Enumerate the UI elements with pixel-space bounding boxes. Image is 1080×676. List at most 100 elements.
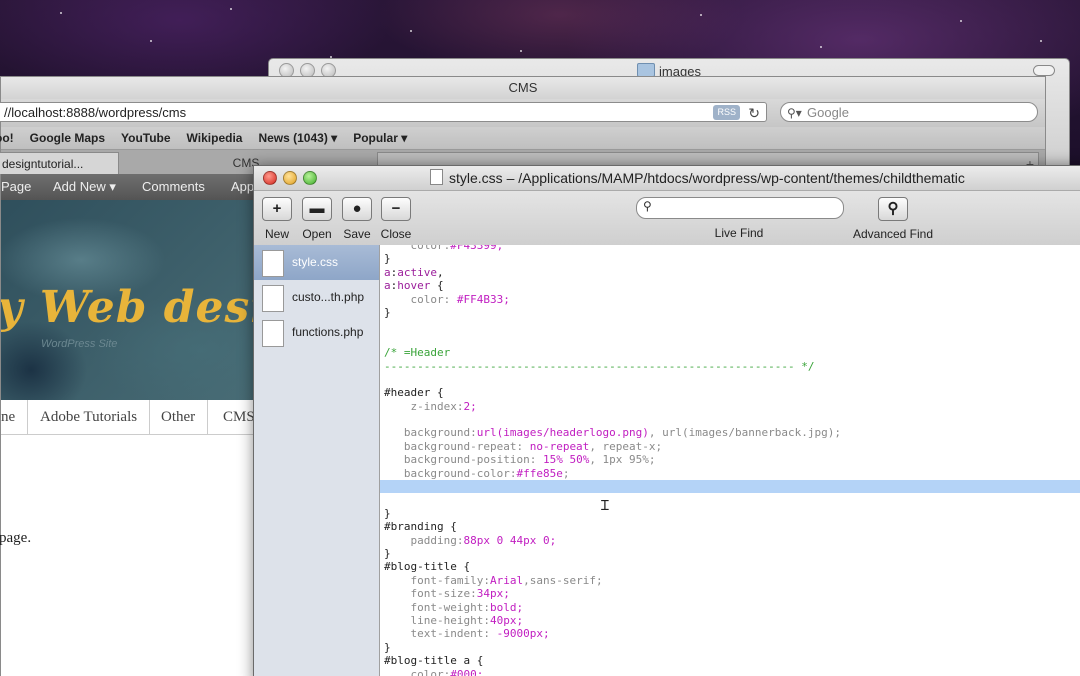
file-item-functions-php[interactable]: functions.php	[254, 315, 379, 350]
code-line[interactable]: #branding {	[380, 520, 1080, 533]
code-line[interactable]: }	[380, 252, 1080, 265]
close-button[interactable]: − Close	[380, 197, 412, 241]
open-button[interactable]: ▬ Open	[301, 197, 333, 241]
new-button[interactable]: + New	[262, 197, 292, 241]
folder-icon	[637, 63, 656, 77]
code-token: background-color:	[384, 466, 517, 480]
code-line[interactable]	[380, 493, 1080, 506]
code-line[interactable]: /* =Header	[380, 346, 1080, 359]
code-editor[interactable]: color:#F43399;} a:active, a:hover { color:…	[380, 245, 1080, 676]
code-line[interactable]: line-height:40px;	[380, 614, 1080, 627]
code-line[interactable]: ----------------------------------------…	[380, 360, 1080, 373]
code-line[interactable]	[380, 319, 1080, 332]
code-token: text-indent:	[384, 627, 497, 641]
url-input[interactable]: //localhost:8888/wordpress/cms RSS ↻	[0, 102, 767, 122]
code-line[interactable]: padding:88px 0 44px 0;	[380, 534, 1080, 547]
code-line[interactable]: #blog-title {	[380, 560, 1080, 573]
code-token: font-family:	[384, 573, 490, 587]
code-line[interactable]: color:#000;	[380, 668, 1080, 676]
code-token: {	[430, 279, 444, 293]
toolbar-toggle-button[interactable]	[1033, 65, 1055, 76]
code-line[interactable]: #blog-title a {	[380, 654, 1080, 667]
code-token: no-repeat	[529, 439, 590, 453]
file-item-custom-php[interactable]: custo...th.php	[254, 280, 379, 315]
reload-icon[interactable]: ↻	[748, 103, 760, 123]
code-line[interactable]	[380, 480, 1080, 494]
code-token: #blog-title a {	[384, 654, 484, 668]
minimize-window-button[interactable]	[283, 171, 297, 185]
code-line[interactable]	[380, 413, 1080, 426]
code-line[interactable]	[380, 373, 1080, 386]
editor-toolbar: + New ▬ Open ● Save − Close ⚲ Live Find …	[254, 191, 1080, 246]
wp-admin-comments[interactable]: Comments	[142, 174, 205, 200]
code-line[interactable]	[380, 333, 1080, 346]
magnifier-icon: ⚲	[878, 197, 908, 221]
wp-admin-appearance[interactable]: App	[231, 174, 254, 200]
advanced-find-label: Advanced Find	[852, 227, 934, 241]
code-line[interactable]: #header {	[380, 386, 1080, 399]
code-token: bold;	[489, 600, 524, 614]
save-button[interactable]: ● Save	[342, 197, 372, 241]
code-token: }	[384, 305, 391, 319]
code-token: #branding {	[384, 520, 457, 534]
rss-button[interactable]: RSS	[713, 105, 740, 120]
code-line[interactable]: }	[380, 547, 1080, 560]
bookmark-youtube[interactable]: YouTube	[121, 131, 171, 145]
file-item-style-css[interactable]: style.css	[254, 245, 379, 280]
code-token: #header {	[384, 386, 444, 400]
code-line[interactable]: a:hover {	[380, 279, 1080, 292]
code-line[interactable]: }	[380, 306, 1080, 319]
bookmarks-bar: oo! Google Maps YouTube Wikipedia News (1043…	[0, 127, 1045, 150]
code-token: url(images/headerlogo.png)	[476, 426, 649, 440]
code-token: ----------------------------------------…	[384, 359, 815, 373]
live-find-input[interactable]: ⚲	[636, 197, 844, 219]
code-line[interactable]: a:active,	[380, 266, 1080, 279]
bookmark-google-maps[interactable]: Google Maps	[30, 131, 105, 145]
close-window-button[interactable]	[263, 171, 277, 185]
code-line[interactable]: background:url(images/headerlogo.png), u…	[380, 426, 1080, 439]
code-line[interactable]: font-family:Arial,sans-serif;	[380, 574, 1080, 587]
menu-item-other[interactable]: Other	[149, 400, 209, 434]
code-token: #ffe85e	[516, 466, 563, 480]
code-line[interactable]: background-position: 15% 50%, 1px 95%;	[380, 453, 1080, 466]
search-icon: ⚲▾	[787, 106, 802, 120]
code-line[interactable]: z-index:2;	[380, 400, 1080, 413]
minus-icon: −	[381, 197, 411, 221]
save-button-label: Save	[343, 227, 371, 241]
code-token: , 1px 95%;	[589, 453, 656, 467]
code-line[interactable]: background-color:#ffe85e;	[380, 467, 1080, 480]
code-token: font-weight:	[384, 600, 490, 614]
code-line[interactable]: font-size:34px;	[380, 587, 1080, 600]
code-line[interactable]: color: #FF4B33;	[380, 293, 1080, 306]
code-token: , url(images/bannerback.jpg);	[648, 426, 841, 440]
code-line[interactable]: font-weight:bold;	[380, 601, 1080, 614]
bookmark-popular[interactable]: Popular ▾	[353, 131, 407, 145]
bookmark-news[interactable]: News (1043) ▾	[258, 131, 337, 145]
search-input[interactable]: ⚲▾ Google	[780, 102, 1038, 122]
code-token: Arial	[489, 573, 524, 587]
code-line[interactable]: background-repeat: no-repeat, repeat-x;	[380, 440, 1080, 453]
php-file-icon	[262, 285, 284, 312]
tab-designtutorial[interactable]: designtutorial...	[0, 152, 119, 174]
editor-title: style.css – /Applications/MAMP/htdocs/wo…	[430, 166, 965, 190]
zoom-window-button[interactable]	[303, 171, 317, 185]
php-file-icon	[262, 320, 284, 347]
code-line[interactable]: color:#F43399;	[380, 245, 1080, 252]
plus-icon: +	[262, 197, 292, 221]
bookmark-wikipedia[interactable]: Wikipedia	[187, 131, 243, 145]
menu-item-home[interactable]: ne	[0, 400, 29, 434]
menu-item-adobe-tutorials[interactable]: Adobe Tutorials	[28, 400, 151, 434]
site-logo-text: y Web desi	[1, 282, 269, 333]
code-line[interactable]: }	[380, 641, 1080, 654]
wp-admin-page[interactable]: Page	[1, 174, 31, 200]
wp-admin-add-new[interactable]: Add New ▾	[53, 174, 116, 200]
code-token: -9000px;	[496, 627, 550, 641]
code-token: 34px;	[476, 587, 510, 601]
code-line[interactable]: text-indent: -9000px;	[380, 627, 1080, 640]
site-tagline: WordPress Site	[41, 338, 118, 350]
code-line[interactable]: }	[380, 507, 1080, 520]
advanced-find-button[interactable]: ⚲ Advanced Find	[850, 197, 936, 241]
code-token: padding:	[384, 533, 464, 547]
css-file-icon	[262, 250, 284, 277]
bookmark-yahoo[interactable]: oo!	[0, 131, 14, 145]
